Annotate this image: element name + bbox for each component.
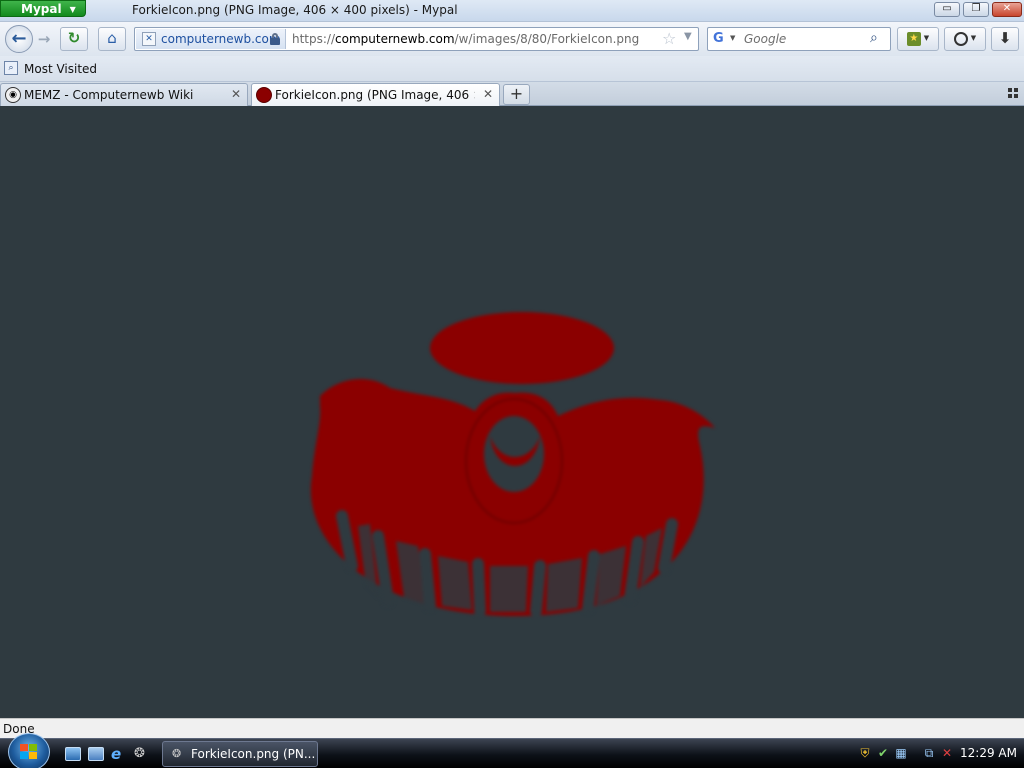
url-bar[interactable]: ✕ computernewb.com https://computernewb.… <box>134 27 699 51</box>
switch-windows-icon[interactable] <box>88 747 104 761</box>
site-favicon-icon: ✕ <box>142 32 156 46</box>
taskbar: e ❂ ❂ ForkieIcon.png (PN... ⛨ ✔ ▦ ⧉ ✕ 12… <box>0 733 1024 768</box>
window-title: ForkieIcon.png (PNG Image, 406 × 400 pix… <box>132 3 458 17</box>
show-desktop-icon[interactable] <box>65 747 81 761</box>
bookmarks-toolbar: ⌕ Most Visited <box>0 56 1024 82</box>
wiki-favicon-icon: ◉ <box>5 87 21 103</box>
most-visited-icon: ⌕ <box>4 61 18 75</box>
clock-icon <box>953 31 968 46</box>
reload-icon: ↻ <box>67 29 81 47</box>
internet-explorer-icon[interactable]: e <box>111 747 127 762</box>
close-window-button[interactable]: ✕ <box>992 2 1022 17</box>
back-button[interactable]: ← <box>5 25 33 53</box>
site-identity-button[interactable]: ✕ computernewb.com <box>136 29 286 49</box>
image-viewer <box>0 106 1024 718</box>
taskbar-window-label: ForkieIcon.png (PN... <box>191 747 316 761</box>
magnifier-icon[interactable]: ⌕ <box>870 30 878 46</box>
reload-button[interactable]: ↻ <box>60 27 88 51</box>
home-icon: ⌂ <box>107 29 117 47</box>
navigation-toolbar: ← → ↻ ⌂ ✕ computernewb.com https://compu… <box>0 22 1024 56</box>
chevron-down-icon: ▼ <box>970 34 977 42</box>
security-shield-icon[interactable]: ⛨ <box>858 746 872 760</box>
tab-memz-wiki[interactable]: ◉ MEMZ - Computernewb Wiki ✕ <box>0 83 248 106</box>
forward-arrow-icon: → <box>37 30 51 48</box>
volume-muted-icon[interactable]: ✕ <box>940 746 954 760</box>
mypal-quicklaunch-icon[interactable]: ❂ <box>134 747 150 761</box>
lock-icon <box>270 33 280 45</box>
url-scheme: https:// <box>292 32 336 46</box>
forkie-image <box>310 312 715 616</box>
close-tab-icon[interactable]: ✕ <box>231 87 241 101</box>
network-icon[interactable]: ⧉ <box>922 746 936 760</box>
minimize-button[interactable]: ▭ <box>934 2 960 17</box>
tab-strip: ◉ MEMZ - Computernewb Wiki ✕ ForkieIcon.… <box>0 82 1024 107</box>
app-menu-label: Mypal <box>21 2 62 16</box>
back-arrow-icon: ← <box>11 28 27 49</box>
mypal-icon: ❂ <box>172 747 182 760</box>
bookmarks-icon: ★ <box>906 31 921 46</box>
forkie-eye-inner <box>484 416 544 492</box>
bookmark-star-icon[interactable]: ☆ <box>662 29 676 48</box>
system-clock[interactable]: 12:29 AM <box>960 746 1017 760</box>
update-icon[interactable]: ✔ <box>876 746 890 760</box>
tab-label: ForkieIcon.png (PNG Image, 406 × 40... <box>275 88 475 102</box>
url-path: /w/images/8/80/ForkieIcon.png <box>454 32 640 46</box>
site-identity-label: computernewb.com <box>161 32 281 46</box>
plus-icon: + <box>509 84 524 103</box>
home-button[interactable]: ⌂ <box>98 27 126 51</box>
forward-button[interactable]: → <box>34 30 54 50</box>
downloads-button[interactable]: ⬇ <box>991 27 1019 51</box>
status-bar: Done <box>0 718 1024 738</box>
search-input[interactable]: Google <box>744 32 786 46</box>
close-tab-icon[interactable]: ✕ <box>483 87 493 101</box>
chevron-down-icon: ▼ <box>923 34 930 42</box>
bookmarks-menu-button[interactable]: ★ ▼ <box>897 27 939 51</box>
window-titlebar: Mypal ▼ ForkieIcon.png (PNG Image, 406 × … <box>0 0 1024 22</box>
forkie-favicon-icon <box>256 87 272 103</box>
taskbar-window-button[interactable]: ❂ ForkieIcon.png (PN... <box>162 741 318 767</box>
list-all-tabs-icon[interactable] <box>1008 88 1018 98</box>
download-arrow-icon: ⬇ <box>998 29 1012 47</box>
tab-forkie-icon[interactable]: ForkieIcon.png (PNG Image, 406 × 40... ✕ <box>251 83 500 107</box>
tab-label: MEMZ - Computernewb Wiki <box>24 88 194 102</box>
display-icon[interactable]: ▦ <box>894 746 908 760</box>
url-history-dropdown-icon[interactable]: ▼ <box>684 31 692 42</box>
start-button[interactable] <box>8 733 50 768</box>
maximize-button[interactable]: ❐ <box>963 2 989 17</box>
url-host: computernewb.com <box>335 32 455 46</box>
search-bar[interactable]: G ▼ Google ⌕ <box>707 27 891 51</box>
app-menu-button[interactable]: Mypal ▼ <box>0 0 86 17</box>
search-engine-dropdown-icon[interactable]: ▼ <box>730 34 735 42</box>
url-text[interactable]: https://computernewb.com/w/images/8/80/F… <box>292 32 639 46</box>
windows-logo-icon <box>20 744 38 760</box>
search-engine-icon[interactable]: G <box>713 31 724 46</box>
forkie-top-oval <box>430 312 614 384</box>
history-button[interactable]: ▼ <box>944 27 986 51</box>
bookmark-most-visited[interactable]: Most Visited <box>24 62 97 76</box>
new-tab-button[interactable]: + <box>503 84 530 105</box>
app-menu-dropdown-icon: ▼ <box>69 5 76 14</box>
